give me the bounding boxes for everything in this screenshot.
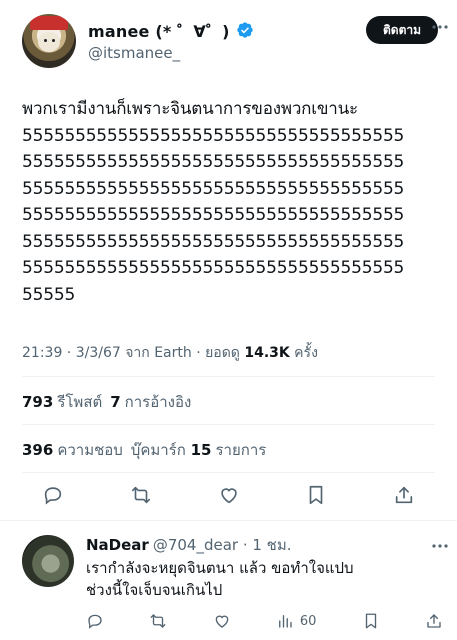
bookmark-icon[interactable]: [305, 484, 327, 506]
divider: [22, 424, 435, 425]
quotes-count: 7: [110, 393, 121, 411]
tweet-timestamp[interactable]: 21:39 · 3/3/67 จาก Earth · ยอดดู: [22, 345, 244, 361]
follow-button[interactable]: ติดตาม: [366, 16, 438, 44]
tweet-action-bar: [22, 484, 435, 510]
like-stats: 396 ความชอบ บุ๊คมาร์ก 15 รายการ: [22, 438, 266, 462]
tweet-meta: 21:39 · 3/3/67 จาก Earth · ยอดดู 14.3K ค…: [22, 342, 318, 364]
tweet-line: 555555555555555555555555555555555555: [22, 258, 405, 278]
verified-badge-icon: [237, 22, 253, 38]
retweet-icon: [150, 614, 166, 628]
reply-like-button[interactable]: [213, 612, 231, 630]
avatar-hat: [30, 16, 68, 30]
more-options-icon[interactable]: [432, 24, 448, 30]
tweet-line: 555555555555555555555555555555555555: [22, 125, 405, 146]
author-avatar[interactable]: [22, 14, 76, 68]
quotes-stat[interactable]: 7 การอ้างอิง: [110, 393, 191, 411]
share-icon[interactable]: [393, 484, 415, 506]
reply-action-bar: 60: [86, 611, 443, 631]
divider: [22, 472, 435, 473]
reply-retweet-button[interactable]: [149, 612, 167, 630]
avatar-eye-right: [52, 39, 55, 42]
repost-stats: 793 รีโพสต์ 7 การอ้างอิง: [22, 390, 191, 414]
bookmarks-stat[interactable]: บุ๊คมาร์ก 15 รายการ: [131, 441, 267, 459]
reply-reply-button[interactable]: [86, 612, 104, 630]
avatar-eye-left: [44, 39, 47, 42]
reply-share-button[interactable]: [425, 612, 443, 630]
bookmark-icon: [365, 613, 376, 629]
view-count-suffix: ครั้ง: [289, 345, 318, 361]
bookmarks-label: บุ๊คมาร์ก: [130, 441, 186, 459]
tweet-line: 555555555555555555555555555555555555: [22, 231, 405, 252]
likes-label: ความชอบ: [57, 441, 123, 459]
tweet-line: 555555555555555555555555555555555555: [22, 152, 405, 172]
reply-icon: [88, 614, 102, 629]
reply-views[interactable]: 60: [276, 612, 317, 630]
divider: [22, 376, 435, 377]
avatar-face: [38, 32, 60, 52]
reply-author-name[interactable]: NaDear: [86, 536, 149, 554]
retweets-label: รีโพสต์: [57, 393, 103, 411]
bookmarks-count: 15: [190, 441, 212, 459]
reply-header: NaDear @704_dear · 1 ชม.: [86, 533, 292, 557]
reply-bookmark-button[interactable]: [362, 612, 380, 630]
reply-view-count: 60: [299, 613, 317, 629]
author-display-name[interactable]: manee (* ゜∀゜): [88, 18, 230, 42]
like-heart-icon[interactable]: [218, 484, 240, 506]
tweet-header: manee (* ゜∀゜) @itsmanee_ ติดตาม: [22, 14, 442, 70]
likes-stat[interactable]: 396 ความชอบ: [22, 441, 123, 459]
analytics-bars-icon: [278, 615, 292, 628]
bookmarks-suffix: รายการ: [215, 441, 267, 459]
tweet-line: 55555: [22, 284, 76, 305]
quotes-label: การอ้างอิง: [124, 393, 192, 411]
retweets-count: 793: [22, 393, 54, 411]
likes-count: 396: [22, 441, 54, 459]
tweet-text: พวกเรามีงานก็เพราะจินตนาการของพวกเขานะ 5…: [22, 96, 446, 308]
reply-text-line: ช่วงนี้ใจเจ็บจนเกินไป: [86, 581, 223, 599]
tweet-line: 555555555555555555555555555555555555: [22, 178, 405, 199]
retweets-stat[interactable]: 793 รีโพสต์: [22, 393, 102, 411]
share-icon: [427, 614, 441, 628]
reply-text-line: เรากำลังจะหยุดจินตนา แล้ว ขอทำใจแปบ: [86, 559, 354, 577]
reply-avatar[interactable]: [22, 535, 74, 587]
view-count: 14.3K: [244, 345, 290, 361]
reply-handle-time[interactable]: @704_dear · 1 ชม.: [153, 536, 292, 554]
retweet-icon[interactable]: [130, 484, 152, 506]
reply-item[interactable]: NaDear @704_dear · 1 ชม. เรากำลังจะหยุดจิ…: [0, 520, 457, 640]
tweet-line: 555555555555555555555555555555555555: [22, 205, 405, 225]
reply-more-options-icon[interactable]: [432, 543, 448, 549]
like-heart-icon: [215, 615, 228, 628]
author-name-row: manee (* ゜∀゜): [88, 18, 254, 42]
reply-text: เรากำลังจะหยุดจินตนา แล้ว ขอทำใจแปบ ช่วง…: [86, 557, 354, 601]
author-handle[interactable]: @itsmanee_: [88, 44, 180, 62]
reply-icon[interactable]: [42, 484, 64, 506]
tweet-line: พวกเรามีงานก็เพราะจินตนาการของพวกเขานะ: [22, 99, 358, 119]
